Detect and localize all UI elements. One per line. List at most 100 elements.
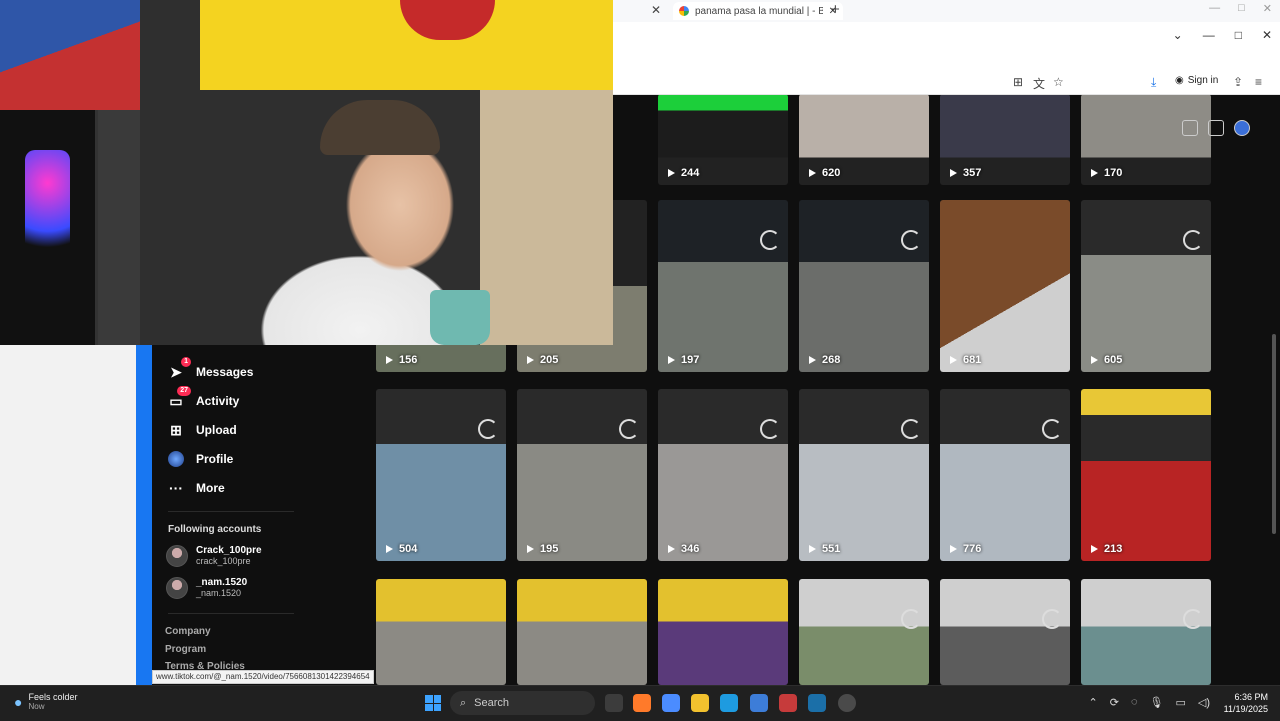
sidebar-item-activity[interactable]: ▭ 27 Activity xyxy=(168,386,239,409)
video-card[interactable]: 244 xyxy=(658,94,788,185)
footer-link-company[interactable]: Company xyxy=(165,626,211,637)
mic-icon[interactable]: 🎙︎ xyxy=(1150,696,1164,709)
video-card[interactable]: 346 xyxy=(658,389,788,561)
account-handle: crack_100pre xyxy=(196,556,251,566)
minimize-icon[interactable]: — xyxy=(1209,2,1220,15)
video-card[interactable]: 197 xyxy=(658,200,788,372)
video-thumbnail xyxy=(1081,200,1211,372)
video-card[interactable]: 195 xyxy=(517,389,647,561)
video-card[interactable] xyxy=(799,579,929,685)
video-card[interactable]: 681 xyxy=(940,200,1070,372)
video-card[interactable] xyxy=(517,579,647,685)
video-thumbnail xyxy=(376,579,506,685)
new-tab-button[interactable]: + xyxy=(831,1,840,18)
video-card[interactable] xyxy=(940,579,1070,685)
loading-icon xyxy=(1183,230,1203,250)
share-icon[interactable]: ⇪ xyxy=(1233,75,1243,89)
mug xyxy=(430,290,490,345)
browser-tab[interactable]: panama pasa la mundial | - Busca ✕ xyxy=(673,2,843,20)
loading-icon xyxy=(1183,609,1203,629)
footer-link-program[interactable]: Program xyxy=(165,644,206,655)
loading-icon xyxy=(901,419,921,439)
sidebar-item-profile[interactable]: Profile xyxy=(168,451,233,467)
video-thumbnail xyxy=(940,579,1070,685)
taskbar-search[interactable]: ⌕ Search xyxy=(450,691,595,715)
following-account[interactable]: Crack_100pre crack_100pre xyxy=(166,545,262,567)
close-icon[interactable]: ✕ xyxy=(1262,28,1272,42)
display-icon[interactable]: ▭ xyxy=(1175,696,1185,709)
video-thumbnail xyxy=(799,200,929,372)
sidebar-item-more[interactable]: ··· More xyxy=(168,480,225,496)
tab-title: panama pasa la mundial | - Busca xyxy=(695,5,823,17)
firefox-icon[interactable] xyxy=(633,694,651,712)
chrome-icon[interactable] xyxy=(838,694,856,712)
edge-icon[interactable] xyxy=(720,694,738,712)
taskbar-clock[interactable]: 6:36 PM 11/19/2025 xyxy=(1224,691,1268,715)
video-card[interactable]: 776 xyxy=(940,389,1070,561)
download-icon[interactable]: ⤓ xyxy=(1151,75,1156,90)
sign-in-label: Sign in xyxy=(1187,75,1219,86)
video-card[interactable] xyxy=(376,579,506,685)
video-thumbnail xyxy=(376,389,506,561)
star-icon[interactable]: ☆ xyxy=(1053,75,1064,89)
weather-subtitle: Now xyxy=(28,702,45,711)
video-card[interactable]: 170 xyxy=(1081,94,1211,185)
scrollbar[interactable] xyxy=(1272,334,1276,534)
phone-icon[interactable] xyxy=(1208,120,1224,136)
video-card[interactable]: 504 xyxy=(376,389,506,561)
video-card[interactable]: 605 xyxy=(1081,200,1211,372)
file-explorer-icon[interactable] xyxy=(691,694,709,712)
video-thumbnail xyxy=(658,579,788,685)
following-account[interactable]: _nam.1520 _nam.1520 xyxy=(166,577,247,599)
maximize-icon[interactable]: □ xyxy=(1235,28,1242,42)
profile-icon[interactable] xyxy=(1234,120,1250,136)
divider xyxy=(168,511,294,512)
video-thumbnail xyxy=(658,200,788,372)
install-icon[interactable]: ⊞ xyxy=(1013,75,1023,89)
flag-decoration xyxy=(0,0,140,110)
loading-icon xyxy=(901,230,921,250)
video-card[interactable] xyxy=(1081,579,1211,685)
view-count: 205 xyxy=(527,354,558,366)
following-heading: Following accounts xyxy=(168,524,262,535)
video-card[interactable]: 551 xyxy=(799,389,929,561)
video-thumbnail xyxy=(517,389,647,561)
sync-icon[interactable]: ⟳ xyxy=(1110,696,1119,709)
close-icon[interactable]: ✕ xyxy=(1263,2,1272,15)
video-thumbnail xyxy=(799,389,929,561)
video-card[interactable]: 620 xyxy=(799,94,929,185)
close-icon[interactable]: ✕ xyxy=(651,3,661,17)
volume-icon[interactable]: ◁) xyxy=(1198,696,1210,709)
account-name: Crack_100pre xyxy=(196,545,262,556)
translate-icon[interactable]: 文 xyxy=(1033,75,1045,92)
sidebar-item-messages[interactable]: ➤ 1 Messages xyxy=(168,357,253,380)
minimize-icon[interactable]: — xyxy=(1203,28,1215,42)
vscode-icon[interactable] xyxy=(808,694,826,712)
network-icon[interactable]: ◌ xyxy=(1131,696,1138,709)
task-view-icon[interactable] xyxy=(605,694,623,712)
windows-start-icon[interactable] xyxy=(425,695,441,711)
sidebar-item-upload[interactable]: ⊞ Upload xyxy=(168,422,237,438)
left-accent-bar xyxy=(136,345,152,685)
video-card[interactable] xyxy=(658,579,788,685)
chevron-up-icon[interactable]: ⌃ xyxy=(1089,696,1098,709)
clock-time: 6:36 PM xyxy=(1234,692,1268,702)
sign-in-button[interactable]: ◉ Sign in xyxy=(1175,75,1218,86)
loading-icon xyxy=(478,419,498,439)
app-icon[interactable] xyxy=(779,694,797,712)
sidebar-nav: ➤ 1 Messages ▭ 27 Activity ⊞ Upload Profil… xyxy=(152,345,364,685)
copilot-icon[interactable] xyxy=(662,694,680,712)
picture-in-picture-icon[interactable] xyxy=(1182,120,1198,136)
maximize-icon[interactable]: □ xyxy=(1238,2,1245,15)
store-icon[interactable] xyxy=(750,694,768,712)
window-controls: ⌄ — □ ✕ xyxy=(1173,28,1272,42)
menu-icon[interactable]: ≡ xyxy=(1255,75,1262,89)
view-count: 170 xyxy=(1091,167,1122,179)
video-card[interactable]: 268 xyxy=(799,200,929,372)
browser-toolbar: ⊞ 文 ☆ ⤓ ◉ Sign in ⇪ ≡ xyxy=(613,72,1280,95)
video-card[interactable]: 213 xyxy=(1081,389,1211,561)
video-card[interactable]: 357 xyxy=(940,94,1070,185)
weather-widget[interactable]: ● Feels colder Now xyxy=(14,692,78,712)
avatar-icon xyxy=(168,451,184,467)
chevron-down-icon[interactable]: ⌄ xyxy=(1173,28,1183,42)
